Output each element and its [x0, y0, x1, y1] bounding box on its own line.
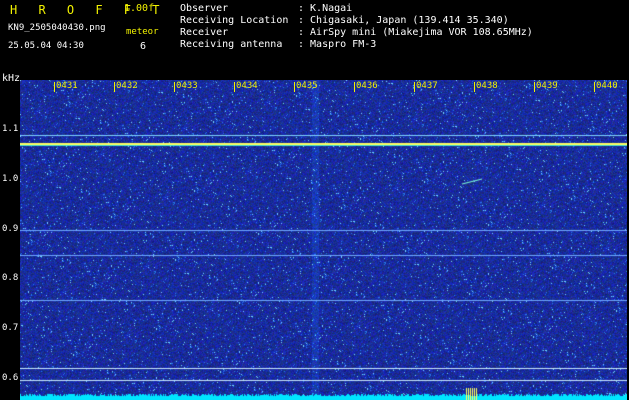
meteor-counter-value: 6 — [140, 41, 147, 52]
app-version: 1.00f — [124, 3, 155, 14]
time-tick — [354, 82, 355, 92]
info-key-observer: Observer — [180, 3, 229, 14]
freq-label-1-0: 1.0 — [2, 174, 19, 184]
freq-label-1-1: 1.1 — [2, 124, 19, 134]
info-value-location: : Chigasaki, Japan (139.414 35.340) — [298, 15, 509, 26]
freq-label-0-9: 0.9 — [2, 224, 19, 234]
freq-label-0-8: 0.8 — [2, 273, 19, 283]
header-panel: H R O F F T 1.00f KN9_2505040430.png met… — [0, 0, 629, 78]
time-tick — [114, 82, 115, 92]
time-tick — [534, 82, 535, 92]
time-label-0439: 0439 — [536, 81, 558, 91]
info-value-receiver: : AirSpy mini (Miakejima VOR 108.65MHz) — [298, 27, 533, 38]
time-label-0432: 0432 — [116, 81, 138, 91]
info-key-antenna: Receiving antenna — [180, 39, 283, 50]
observation-datetime: 25.05.04 04:30 — [8, 41, 84, 51]
time-tick — [414, 82, 415, 92]
time-tick — [594, 82, 595, 92]
time-label-0434: 0434 — [236, 81, 258, 91]
time-label-0437: 0437 — [416, 81, 438, 91]
time-label-0436: 0436 — [356, 81, 378, 91]
time-tick — [474, 82, 475, 92]
info-value-observer: : K.Nagai — [298, 3, 353, 14]
time-tick — [54, 82, 55, 92]
time-label-0438: 0438 — [476, 81, 498, 91]
frequency-unit-label: kHz — [2, 73, 21, 84]
info-key-location: Receiving Location — [180, 15, 289, 26]
time-label-0433: 0433 — [176, 81, 198, 91]
file-name: KN9_2505040430.png — [8, 23, 106, 33]
spectrogram-waterfall[interactable] — [20, 80, 627, 400]
freq-label-0-7: 0.7 — [2, 323, 19, 333]
time-tick — [294, 82, 295, 92]
time-label-0435: 0435 — [296, 81, 318, 91]
freq-label-0-6: 0.6 — [2, 373, 19, 383]
info-key-receiver: Receiver — [180, 27, 229, 38]
time-tick — [174, 82, 175, 92]
time-label-0440: 0440 — [596, 81, 618, 91]
info-value-antenna: : Maspro FM-3 — [298, 39, 377, 50]
meteor-counter-label: meteor — [126, 27, 159, 37]
time-tick — [234, 82, 235, 92]
time-label-0431: 0431 — [56, 81, 78, 91]
